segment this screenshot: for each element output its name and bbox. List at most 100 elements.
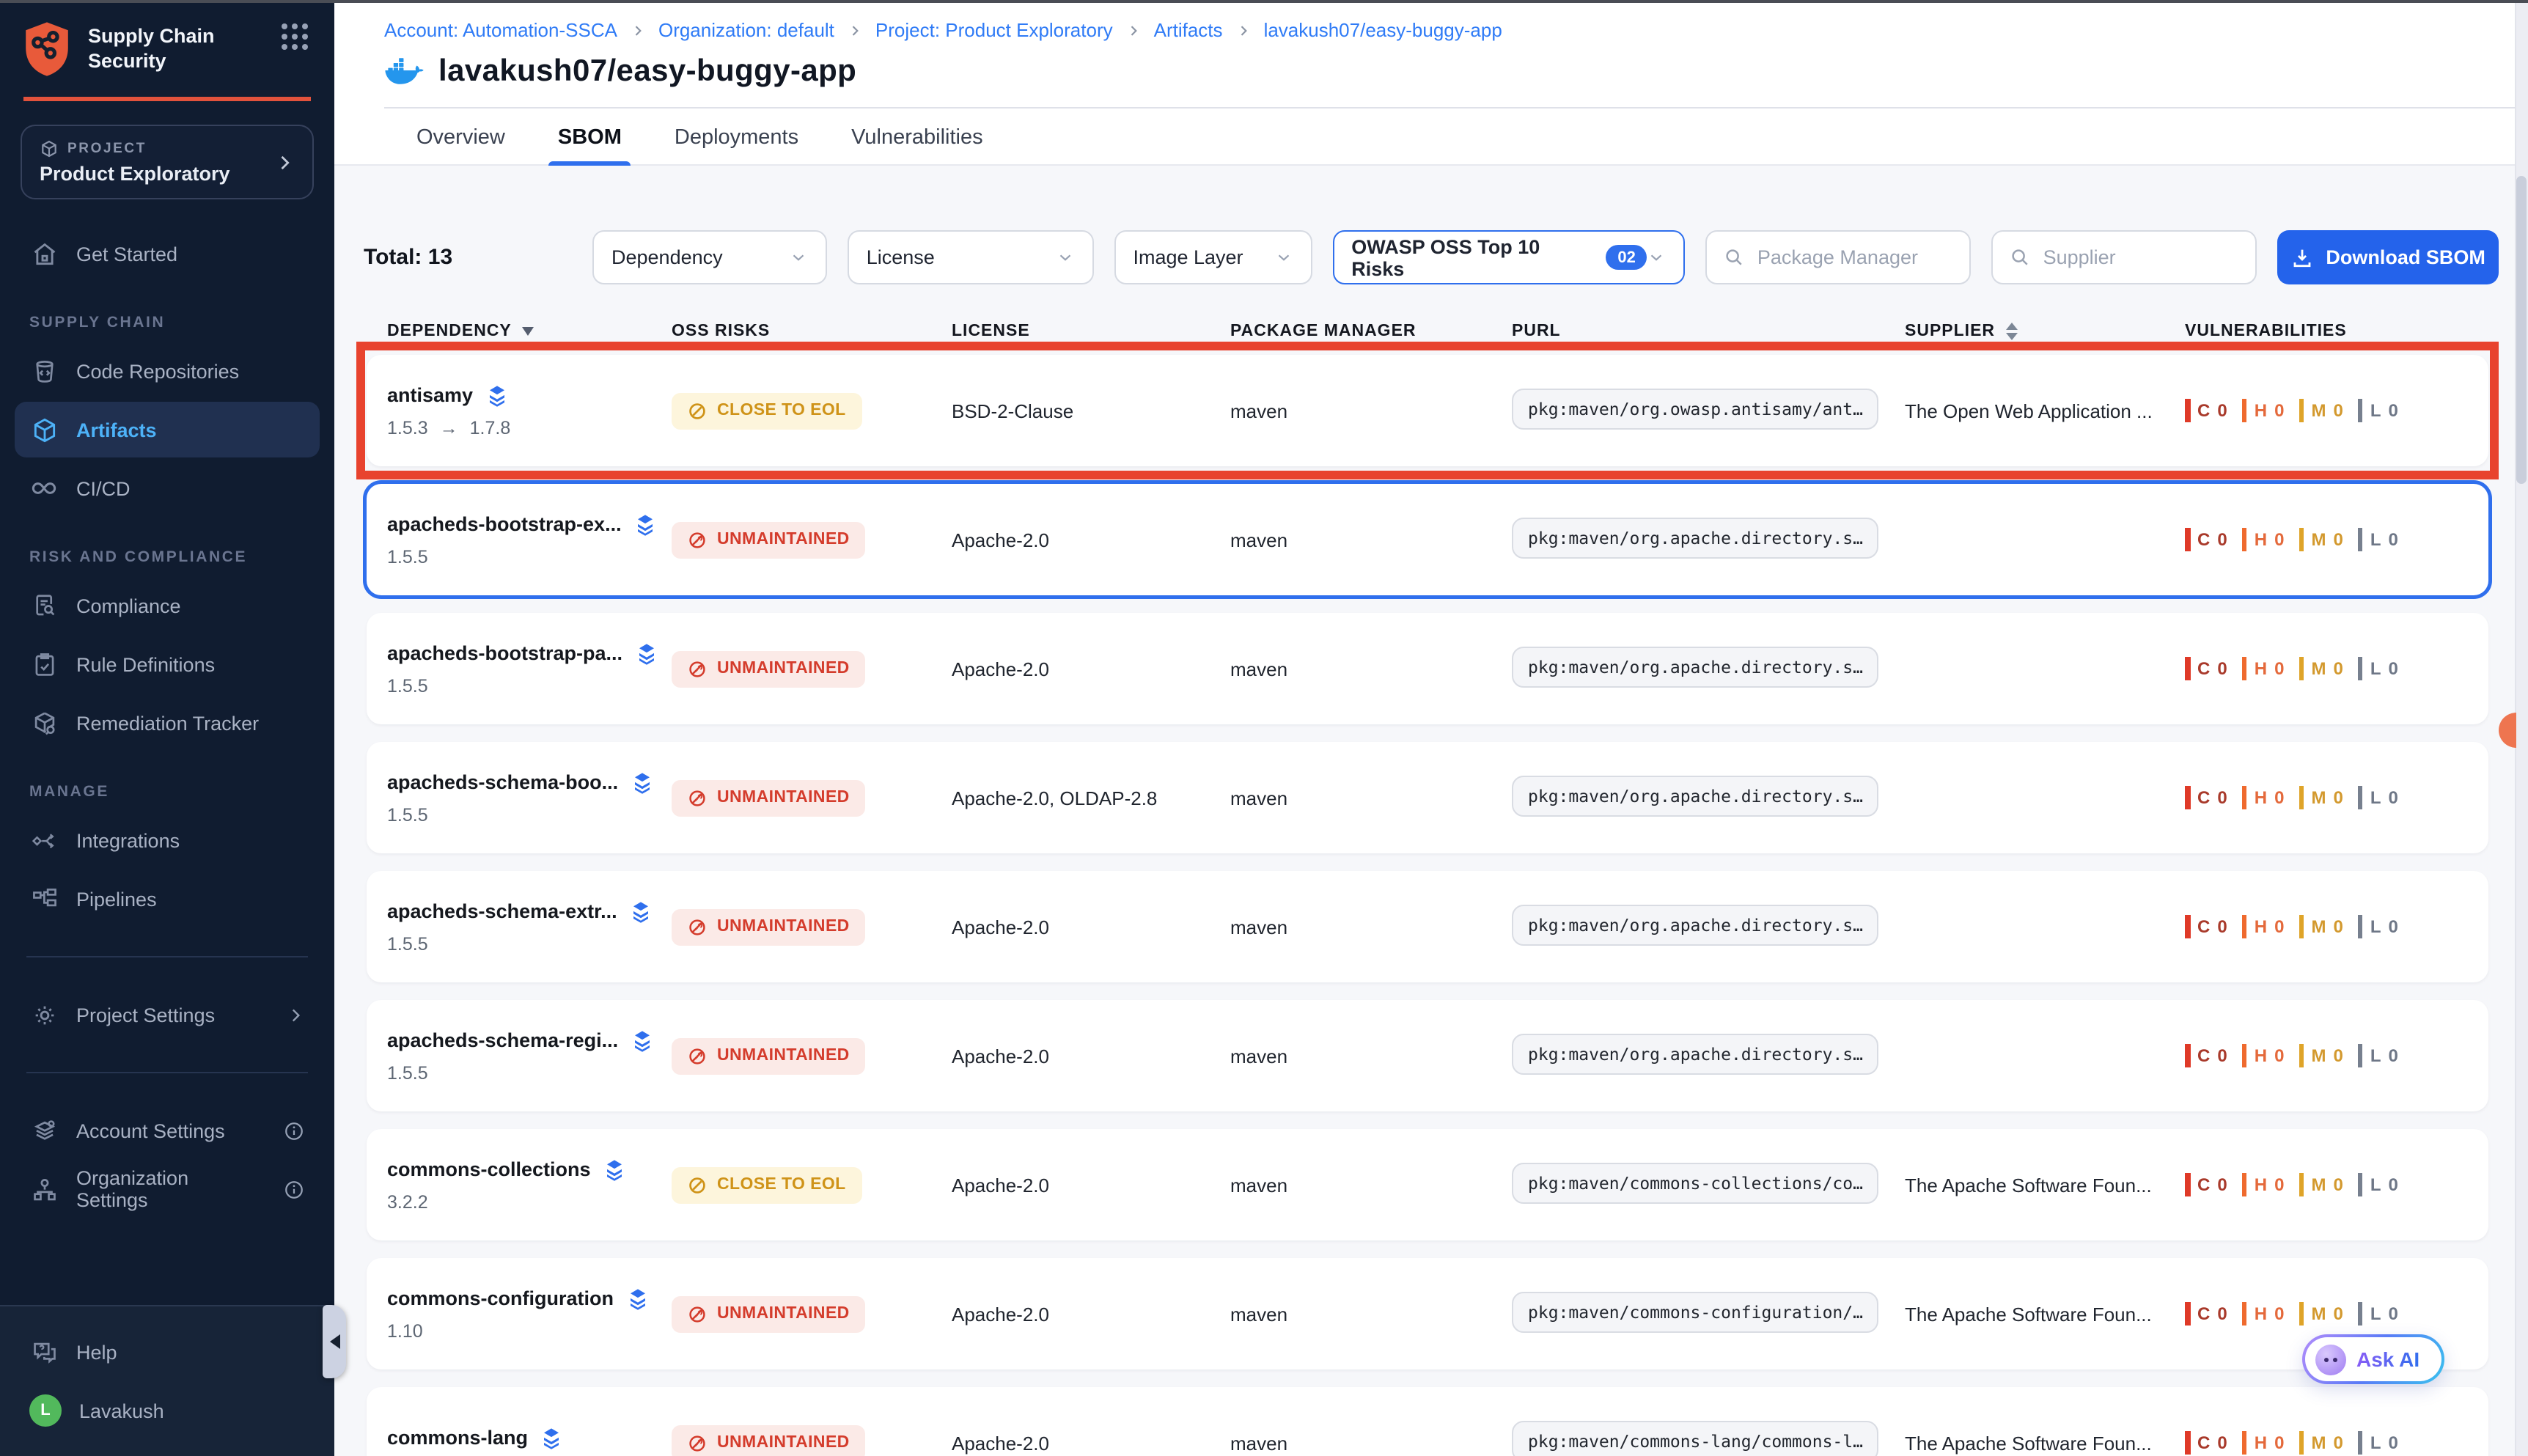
oss-risk-label: CLOSE TO EOL [717, 1176, 846, 1194]
column-header-supplier[interactable]: SUPPLIER [1905, 323, 2185, 340]
sidebar-item-help[interactable]: Help [15, 1324, 320, 1380]
table-row[interactable]: commons-lang UNMAINTAINED Apache-2.0 mav… [367, 1387, 2488, 1456]
purl-chip[interactable]: pkg:maven/org.apache.directory.s… [1512, 904, 1879, 945]
sidebar-item-label: Organization Settings [76, 1167, 265, 1211]
oss-risk-badge: CLOSE TO EOL [672, 392, 862, 429]
ask-ai-label: Ask AI [2356, 1347, 2419, 1371]
sidebar-item-pipelines[interactable]: Pipelines [15, 871, 320, 927]
ask-ai-button[interactable]: Ask AI [2302, 1334, 2444, 1384]
image-layers-icon[interactable] [630, 771, 653, 794]
image-layers-icon[interactable] [485, 383, 508, 407]
purl-chip[interactable]: pkg:maven/org.apache.directory.s… [1512, 517, 1879, 558]
tab-deployments[interactable]: Deployments [675, 109, 798, 166]
image-layers-icon[interactable] [633, 512, 657, 536]
brand-red-divider [23, 97, 311, 101]
breadcrumb-link-account[interactable]: Account: Automation-SSCA [384, 19, 617, 41]
breadcrumb-link-artifact-name[interactable]: lavakush07/easy-buggy-app [1264, 19, 1502, 41]
info-icon[interactable] [283, 1178, 305, 1200]
table-row[interactable]: apacheds-schema-regi... 1.5.5 UNMAINTAIN… [367, 1000, 2488, 1111]
sidebar-item-account-settings[interactable]: Account Settings [15, 1103, 320, 1158]
oss-risk-badge: UNMAINTAINED [672, 1037, 866, 1074]
high-count: H0 [2242, 1044, 2285, 1067]
tab-vulnerabilities[interactable]: Vulnerabilities [851, 109, 982, 166]
wrench-ban-icon [688, 788, 707, 807]
sort-desc-icon [522, 327, 534, 336]
breadcrumb-link-organization[interactable]: Organization: default [658, 19, 834, 41]
purl-chip[interactable]: pkg:maven/commons-collections/co… [1512, 1162, 1879, 1203]
table-row[interactable]: commons-collections 3.2.2 CLOSE TO EOL A… [367, 1129, 2488, 1240]
purl-chip[interactable]: pkg:maven/org.apache.directory.s… [1512, 775, 1879, 816]
license-filter-select[interactable]: License [848, 230, 1094, 284]
column-header-dependency[interactable]: DEPENDENCY [387, 323, 672, 340]
info-icon[interactable] [283, 1119, 305, 1141]
image-layer-filter-select[interactable]: Image Layer [1114, 230, 1312, 284]
account-settings-icon [29, 1116, 59, 1145]
app-title: Supply Chain Security [88, 25, 267, 75]
sidebar-item-code-repositories[interactable]: Code Repositories [15, 343, 320, 399]
owasp-risks-filter-select[interactable]: OWASP OSS Top 10 Risks 02 [1332, 230, 1686, 284]
medium-count: M0 [2299, 1044, 2343, 1067]
sidebar-item-integrations[interactable]: Integrations [15, 812, 320, 868]
table-row[interactable]: apacheds-bootstrap-pa... 1.5.5 UNMAINTAI… [367, 613, 2488, 724]
table-row[interactable]: commons-configuration 1.10 UNMAINTAINED … [367, 1258, 2488, 1369]
package-manager: maven [1230, 1045, 1512, 1067]
table-row[interactable]: apacheds-schema-extr... 1.5.5 UNMAINTAIN… [367, 871, 2488, 982]
purl-chip[interactable]: pkg:maven/commons-lang/commons-l… [1512, 1420, 1879, 1456]
breadcrumb-link-artifacts[interactable]: Artifacts [1154, 19, 1223, 41]
scrollbar-track[interactable] [2515, 0, 2528, 1456]
oss-risk-label: UNMAINTAINED [717, 1434, 850, 1452]
sidebar-item-user-profile[interactable]: L Lavakush [15, 1383, 320, 1438]
license: BSD-2-Clause [952, 400, 1230, 422]
sidebar-item-compliance[interactable]: Compliance [15, 578, 320, 633]
sidebar-collapse-handle[interactable] [323, 1305, 346, 1378]
table-row[interactable]: apacheds-schema-boo... 1.5.5 UNMAINTAINE… [367, 742, 2488, 853]
sidebar-item-remediation-tracker[interactable]: Remediation Tracker [15, 695, 320, 751]
purl-chip[interactable]: pkg:maven/org.owasp.antisamy/ant… [1512, 388, 1879, 429]
purl-chip[interactable]: pkg:maven/org.apache.directory.s… [1512, 1033, 1879, 1074]
image-layers-icon[interactable] [634, 641, 658, 665]
user-name: Lavakush [79, 1400, 164, 1422]
vulnerability-counts: C0 H0 M0 L0 [2185, 399, 2488, 422]
purl-chip[interactable]: pkg:maven/commons-configuration/… [1512, 1291, 1879, 1332]
tab-sbom[interactable]: SBOM [558, 109, 622, 166]
dependency-name: commons-lang [387, 1427, 528, 1449]
wrench-ban-icon [688, 659, 707, 678]
image-layers-icon[interactable] [625, 1287, 649, 1310]
package-manager-search-input[interactable] [1757, 246, 1954, 268]
image-layers-icon[interactable] [540, 1426, 563, 1449]
table-row[interactable]: antisamy 1.5.3 → 1.7.8 CLOSE TO EOL BSD-… [367, 355, 2488, 466]
high-count: H0 [2242, 1302, 2285, 1326]
low-count: L0 [2358, 1431, 2398, 1455]
critical-count: C0 [2185, 1302, 2227, 1326]
oss-risk-label: UNMAINTAINED [717, 1047, 850, 1065]
tab-bar: Overview SBOM Deployments Vulnerabilitie… [416, 109, 2528, 166]
dependency-version: 1.5.5 [387, 804, 428, 825]
app-switcher-grid-icon[interactable] [282, 23, 314, 50]
breadcrumb-link-project[interactable]: Project: Product Exploratory [875, 19, 1113, 41]
section-label-risk-compliance: RISK AND COMPLIANCE [15, 548, 320, 566]
purl-chip[interactable]: pkg:maven/org.apache.directory.s… [1512, 646, 1879, 687]
sidebar-item-artifacts[interactable]: Artifacts [15, 402, 320, 457]
sidebar-item-label: CI/CD [76, 477, 131, 499]
wrench-ban-icon [688, 1433, 707, 1452]
sidebar-item-project-settings[interactable]: Project Settings [15, 987, 320, 1043]
image-layers-icon[interactable] [630, 1029, 653, 1052]
download-sbom-button[interactable]: Download SBOM [2277, 230, 2499, 284]
high-count: H0 [2242, 786, 2285, 809]
vulnerability-counts: C0 H0 M0 L0 [2185, 1431, 2488, 1455]
scrollbar-thumb[interactable] [2516, 176, 2527, 484]
sidebar-item-label: Pipelines [76, 888, 157, 910]
project-selector[interactable]: PROJECT Product Exploratory [21, 125, 314, 199]
sidebar-item-organization-settings[interactable]: Organization Settings [15, 1161, 320, 1217]
sidebar-item-rule-definitions[interactable]: Rule Definitions [15, 636, 320, 692]
tab-overview[interactable]: Overview [416, 109, 505, 166]
sidebar-item-cicd[interactable]: CI/CD [15, 460, 320, 516]
dependency-filter-select[interactable]: Dependency [592, 230, 827, 284]
filter-toolbar: Total: 13 Dependency License Image Layer… [334, 230, 2528, 284]
supplier-search-input[interactable] [2043, 246, 2240, 268]
sidebar-item-get-started[interactable]: Get Started [15, 226, 320, 282]
table-row[interactable]: apacheds-bootstrap-ex... 1.5.5 UNMAINTAI… [367, 484, 2488, 595]
supplier: The Apache Software Foun... [1905, 1432, 2185, 1454]
image-layers-icon[interactable] [603, 1158, 626, 1181]
image-layers-icon[interactable] [629, 900, 653, 923]
